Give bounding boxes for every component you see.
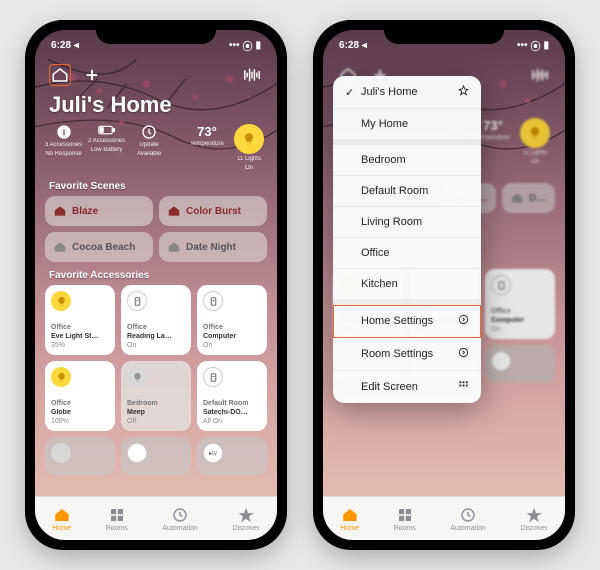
tv-icon [491, 351, 511, 371]
switch-icon [127, 291, 147, 311]
tab-home[interactable]: Home [52, 506, 71, 532]
status-low-battery[interactable]: 2 Accessories Low Battery [88, 124, 125, 153]
menu-room-settings[interactable]: Room Settings [333, 338, 481, 371]
acc-extra-2[interactable] [121, 437, 191, 475]
home-title: Juli's Home [35, 92, 277, 124]
switch-icon [491, 275, 511, 295]
scene-date-night[interactable]: Date Night [502, 183, 555, 213]
scenes-label: Favorite Scenes [35, 179, 277, 196]
bulb-icon [127, 367, 147, 387]
acc-office-computer[interactable]: OfficeComputerOn [197, 285, 267, 355]
switch-icon [203, 291, 223, 311]
menu-room-bedroom[interactable]: Bedroom [333, 145, 481, 176]
wifi-icon: ⦿ [530, 38, 540, 53]
time: 6:28 ◂ [51, 40, 79, 51]
acc-office-computer[interactable]: OfficeComputerOn [485, 269, 555, 339]
switch-icon [203, 367, 223, 387]
phone-left: 6:28 ◂ ••• ⦿ ▮ Juli's Home i 3 Accessori… [25, 20, 287, 550]
status-no-response[interactable]: i 3 Accessories No Response [45, 124, 82, 157]
acc-extra-3[interactable]: ▸tv [197, 437, 267, 475]
tab-rooms[interactable]: Rooms [394, 506, 416, 532]
menu-room-default[interactable]: Default Room [333, 176, 481, 207]
tab-automation[interactable]: Automation [450, 506, 485, 532]
accessories-row-3: ▸tv [35, 431, 277, 475]
scene-cocoa-beach[interactable]: Cocoa Beach [45, 232, 153, 262]
acc-office-reading-lamp[interactable]: OfficeReading La…On [121, 285, 191, 355]
svg-text:i: i [62, 127, 65, 137]
scene-blaze[interactable]: Blaze [45, 196, 153, 226]
bulb-icon [234, 124, 264, 154]
bulb-icon [51, 367, 71, 387]
acc-extra-3[interactable] [485, 345, 555, 383]
chevron-right-icon [458, 314, 469, 328]
menu-home-my[interactable]: My Home [333, 109, 481, 140]
tab-home[interactable]: Home [340, 506, 359, 532]
broadcast-button[interactable] [529, 64, 551, 86]
tab-rooms[interactable]: Rooms [106, 506, 128, 532]
chevron-right-icon [458, 347, 469, 361]
tab-bar: Home Rooms Automation Discover [35, 496, 277, 540]
accessories-grid: OfficeEve Light St…35% OfficeReading La…… [35, 285, 277, 431]
tab-bar: Home Rooms Automation Discover [323, 496, 565, 540]
screen-right: 6:28 ◂ ••• ⦿ ▮ 73°Temperature 11 LightsO… [323, 30, 565, 540]
accessories-label: Favorite Accessories [35, 268, 277, 285]
status-row: i 3 Accessories No Response 2 Accessorie… [35, 124, 277, 179]
pin-icon [458, 85, 469, 99]
acc-office-eve-light[interactable]: OfficeEve Light St…35% [45, 285, 115, 355]
broadcast-button[interactable] [241, 64, 263, 86]
status-temperature[interactable]: 73° Temperature [189, 124, 225, 148]
battery-icon: ▮ [543, 40, 549, 51]
menu-home-julis[interactable]: ✓Juli's Home [333, 76, 481, 109]
tab-discover[interactable]: Discover [520, 506, 547, 532]
switch-icon [127, 443, 147, 463]
menu-edit-screen[interactable]: Edit Screen [333, 371, 481, 403]
battery-icon: ▮ [255, 40, 261, 51]
wifi-icon: ⦿ [242, 38, 252, 53]
time: 6:28 ◂ [339, 40, 367, 51]
grid-icon [458, 380, 469, 394]
menu-room-living[interactable]: Living Room [333, 207, 481, 238]
bulb-icon [520, 118, 550, 148]
menu-home-settings[interactable]: Home Settings [333, 305, 481, 338]
scene-color-burst[interactable]: Color Burst [159, 196, 267, 226]
tv-icon: ▸tv [203, 443, 223, 463]
menu-room-office[interactable]: Office [333, 238, 481, 269]
signal-icon: ••• [229, 40, 240, 51]
menu-room-kitchen[interactable]: Kitchen [333, 269, 481, 300]
acc-extra-1[interactable] [45, 437, 115, 475]
check-icon: ✓ [345, 86, 355, 99]
acc-office-globe[interactable]: OfficeGlobe100% [45, 361, 115, 431]
acc-bedroom-meep[interactable]: BedroomMeepOff [121, 361, 191, 431]
notch [96, 20, 216, 44]
home-dropdown-menu: ✓Juli's Home My Home Bedroom Default Roo… [333, 76, 481, 403]
scenes-grid: Blaze Color Burst Cocoa Beach Date Night [35, 196, 277, 268]
phone-right: 6:28 ◂ ••• ⦿ ▮ 73°Temperature 11 LightsO… [313, 20, 575, 550]
add-button[interactable] [81, 64, 103, 86]
acc-default-satechi[interactable]: Default RoomSatechi-DO…All On [197, 361, 267, 431]
status-update[interactable]: Update Available [131, 124, 167, 157]
bulb-icon [51, 291, 71, 311]
bulb-icon [51, 443, 71, 463]
tab-automation[interactable]: Automation [162, 506, 197, 532]
scene-date-night[interactable]: Date Night [159, 232, 267, 262]
screen-left: 6:28 ◂ ••• ⦿ ▮ Juli's Home i 3 Accessori… [35, 30, 277, 540]
home-menu-button[interactable] [49, 64, 71, 86]
status-lights-on[interactable]: 11 Lights On [231, 124, 267, 171]
signal-icon: ••• [517, 40, 528, 51]
status-lights-on[interactable]: 11 LightsOn [517, 118, 553, 165]
tab-discover[interactable]: Discover [232, 506, 259, 532]
notch [384, 20, 504, 44]
content: Juli's Home i 3 Accessories No Response … [35, 30, 277, 496]
